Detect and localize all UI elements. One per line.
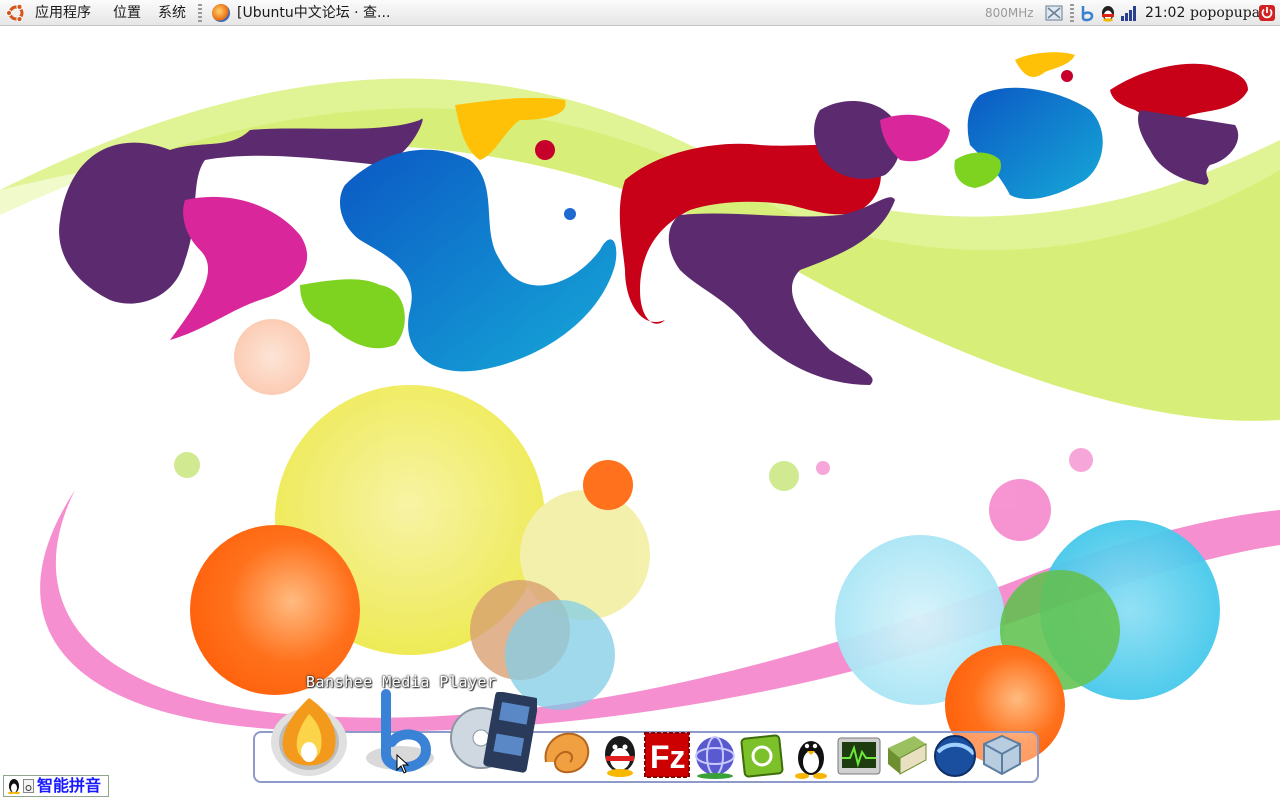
desktop-wallpaper	[0, 52, 1280, 765]
signal-strength-icon[interactable]	[1119, 4, 1137, 22]
stardict-icon[interactable]	[884, 732, 930, 778]
power-icon[interactable]	[1258, 4, 1276, 22]
system-monitor-icon[interactable]	[836, 736, 882, 778]
top-panel: 应用程序 位置 系统 [Ubuntu中文论坛 · 查... 800MHz 21:…	[0, 0, 1280, 26]
tux-icon[interactable]	[790, 732, 832, 780]
qq-tray-icon[interactable]	[1099, 4, 1117, 22]
firefox-icon[interactable]	[268, 690, 350, 778]
taskbar-window-title[interactable]: [Ubuntu中文论坛 · 查...	[237, 0, 390, 26]
pidgin-icon[interactable]	[692, 732, 738, 780]
input-method-label: 智能拼音	[37, 776, 102, 795]
menu-system[interactable]: 系统	[158, 0, 186, 26]
filezilla-icon[interactable]: Fz	[644, 732, 690, 778]
tux-icon	[8, 779, 20, 794]
svg-text:Fz: Fz	[650, 739, 686, 775]
virtualbox-icon[interactable]	[980, 732, 1024, 778]
ubuntu-logo-icon[interactable]	[6, 3, 26, 23]
mouse-cursor-icon	[396, 754, 410, 774]
video-player-icon[interactable]	[445, 692, 537, 776]
menu-places[interactable]: 位置	[113, 0, 141, 26]
qq-icon[interactable]	[598, 732, 642, 778]
cpu-frequency[interactable]: 800MHz	[985, 0, 1034, 26]
menu-applications[interactable]: 应用程序	[35, 0, 91, 26]
google-earth-icon[interactable]	[932, 732, 978, 780]
ubuntu-tweak-icon[interactable]	[740, 734, 784, 778]
tray-separator	[1070, 4, 1074, 22]
banshee-tray-icon[interactable]	[1078, 4, 1096, 22]
input-method-indicator[interactable]: 智能拼音	[3, 775, 109, 797]
network-icon[interactable]	[1045, 4, 1063, 22]
username[interactable]: popopupa	[1190, 0, 1260, 26]
clock[interactable]: 21:02	[1145, 0, 1185, 26]
panel-separator[interactable]	[198, 4, 202, 22]
nautilus-icon[interactable]	[540, 722, 594, 778]
firefox-icon[interactable]	[212, 4, 230, 22]
half-width-icon[interactable]	[23, 779, 34, 793]
